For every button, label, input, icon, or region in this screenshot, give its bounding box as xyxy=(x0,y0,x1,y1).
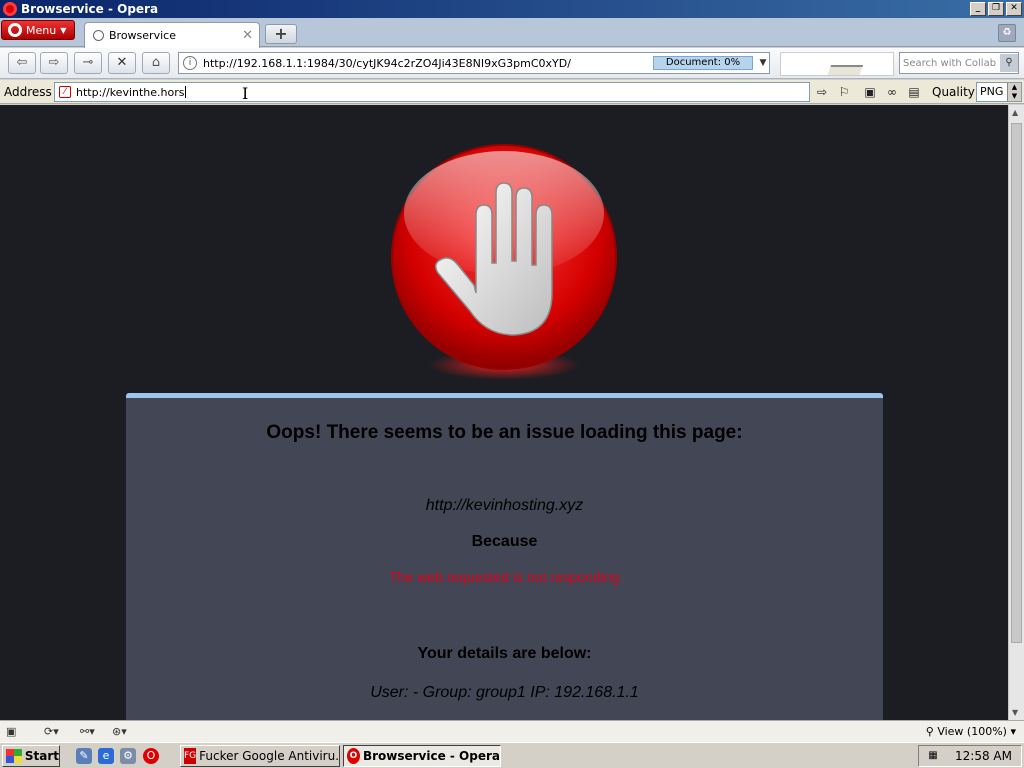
opera-logo-icon xyxy=(3,2,17,16)
proxy-address-bar: Address ⁄ http://kevinthe.hors ⇨ ⚐ ▣ ∞ ▤… xyxy=(0,80,1024,104)
status-bar: ▣ ⟳▾ ⚯▾ ⊛▾ ⚲ View (100%) ▾ xyxy=(0,720,1024,742)
scroll-up-icon[interactable]: ▲ xyxy=(1012,108,1018,117)
window-title: Browservice - Opera xyxy=(21,2,159,16)
address-value[interactable]: http://kevinthe.hors xyxy=(76,86,185,99)
scroll-down-icon[interactable]: ▼ xyxy=(1012,708,1018,717)
taskbar: Start ✎ e ⚙ O FG Fucker Google Antiviru.… xyxy=(0,742,1024,768)
taskbar-item-label: Fucker Google Antiviru... xyxy=(199,749,340,763)
text-caret xyxy=(184,86,186,98)
error-panel: Oops! There seems to be an issue loading… xyxy=(126,393,883,720)
panel-toggle-icon[interactable]: ▣ xyxy=(6,724,16,740)
clipboard-icon[interactable]: ▤ xyxy=(906,84,922,100)
back-button[interactable]: ⇦ xyxy=(8,52,36,74)
wand-button[interactable]: ⊸ xyxy=(74,52,102,74)
spinner-icon[interactable]: ▲ ▼ xyxy=(1007,83,1021,101)
taskbar-item-opera[interactable]: O Browservice - Opera xyxy=(343,745,501,767)
start-label: Start xyxy=(24,749,59,763)
page-icon[interactable]: ▣ xyxy=(862,84,878,100)
internet-explorer-icon[interactable]: e xyxy=(98,748,114,764)
bookmark-icon[interactable]: ⚐ xyxy=(836,84,852,100)
url-text[interactable]: http://192.168.1.1:1984/30/cytJK94c2rZO4… xyxy=(203,57,653,70)
unite-icon[interactable]: ⚯▾ xyxy=(80,724,95,740)
search-icon[interactable]: ⚲ xyxy=(1000,54,1018,72)
back-arrow-icon: ⇦ xyxy=(16,55,28,70)
start-button[interactable]: Start xyxy=(2,745,60,767)
page-content: Oops! There seems to be an issue loading… xyxy=(0,105,1008,720)
security-warning-icon: ⁄ xyxy=(59,86,71,98)
minimize-button[interactable]: _ xyxy=(970,2,986,16)
window-titlebar: Browservice - Opera _ ❐ ✕ xyxy=(0,0,1024,18)
url-field[interactable]: i http://192.168.1.1:1984/30/cytJK94c2rZ… xyxy=(178,52,770,74)
document-progress: Document: 0% xyxy=(653,56,753,70)
tab-browservice[interactable]: Browservice ✕ xyxy=(84,22,260,48)
quality-label: Quality xyxy=(932,85,975,99)
find-binoculars-icon[interactable]: ∞ xyxy=(884,84,900,100)
magnifier-icon: ⚲ xyxy=(925,725,938,738)
failed-url: http://kevinhosting.xyz xyxy=(425,497,584,514)
search-field[interactable]: Search with Collab ⚲ xyxy=(899,52,1019,74)
vertical-scrollbar[interactable]: ▲ ▼ xyxy=(1008,105,1024,720)
stop-button[interactable]: ✕ xyxy=(108,52,136,74)
zoom-label: View (100%) xyxy=(937,725,1007,738)
chevron-down-icon: ▼ xyxy=(60,25,67,35)
tab-label: Browservice xyxy=(109,29,176,42)
restore-button[interactable]: ❐ xyxy=(988,2,1004,16)
home-icon: ⌂ xyxy=(151,55,161,70)
clock: 12:58 AM xyxy=(955,749,1012,763)
tab-bar: Menu ▼ Browservice ✕ + ♻ xyxy=(0,18,1024,48)
forward-button[interactable]: ⇨ xyxy=(40,52,68,74)
network-tray-icon[interactable]: ▦ xyxy=(925,749,941,763)
info-icon: i xyxy=(183,56,197,70)
fg-icon: FG xyxy=(184,748,197,764)
because-label: Because xyxy=(471,533,538,550)
user-details: User: - Group: group1 IP: 192.168.1.1 xyxy=(370,684,639,701)
sync-icon[interactable]: ⟳▾ xyxy=(44,724,59,740)
stop-hand-icon xyxy=(391,144,617,370)
quality-select[interactable]: PNG ▲ ▼ xyxy=(976,82,1022,102)
windows-flag-icon xyxy=(6,749,22,763)
key-icon: ⊸ xyxy=(82,55,94,70)
go-arrow-icon[interactable]: ⇨ xyxy=(814,84,830,100)
speed-dial-thumbnail[interactable] xyxy=(780,52,894,76)
opera-quicklaunch-icon[interactable]: O xyxy=(143,748,159,764)
error-heading: Oops! There seems to be an issue loading… xyxy=(266,422,743,443)
text-cursor-icon: I xyxy=(242,84,249,103)
system-tray: ▦ 12:58 AM xyxy=(918,745,1022,767)
trash-icon[interactable]: ♻ xyxy=(998,24,1016,42)
home-button[interactable]: ⌂ xyxy=(142,52,170,74)
details-heading: Your details are below: xyxy=(417,645,592,662)
network-icon[interactable]: ⚙ xyxy=(120,748,136,764)
stop-x-icon: ✕ xyxy=(116,55,128,70)
show-desktop-icon[interactable]: ✎ xyxy=(76,748,92,764)
search-placeholder: Search with Collab xyxy=(903,57,997,69)
scrollbar-thumb[interactable] xyxy=(1011,123,1022,643)
new-tab-button[interactable]: + xyxy=(265,24,297,44)
address-label: Address xyxy=(4,85,52,99)
close-window-button[interactable]: ✕ xyxy=(1006,2,1022,16)
taskbar-item-antivirus[interactable]: FG Fucker Google Antiviru... xyxy=(180,745,340,767)
quality-value: PNG xyxy=(980,85,1004,98)
forward-arrow-icon: ⇨ xyxy=(48,55,60,70)
menu-label: Menu xyxy=(26,23,57,37)
turbo-icon[interactable]: ⊛▾ xyxy=(112,724,127,740)
close-tab-icon[interactable]: ✕ xyxy=(242,28,253,43)
opera-menu-button[interactable]: Menu ▼ xyxy=(1,20,75,40)
url-dropdown-icon[interactable]: ▼ xyxy=(757,58,769,68)
globe-icon xyxy=(93,30,104,41)
error-reason: The web requested is not responding xyxy=(389,569,620,585)
zoom-level[interactable]: ⚲ View (100%) ▾ xyxy=(926,725,1016,738)
navigation-bar: ⇦ ⇨ ⊸ ✕ ⌂ i http://192.168.1.1:1984/30/c… xyxy=(0,48,1024,79)
opera-o-icon xyxy=(8,23,22,37)
opera-icon: O xyxy=(347,748,360,764)
taskbar-item-label: Browservice - Opera xyxy=(362,749,500,763)
address-input[interactable]: ⁄ http://kevinthe.hors xyxy=(54,82,810,102)
